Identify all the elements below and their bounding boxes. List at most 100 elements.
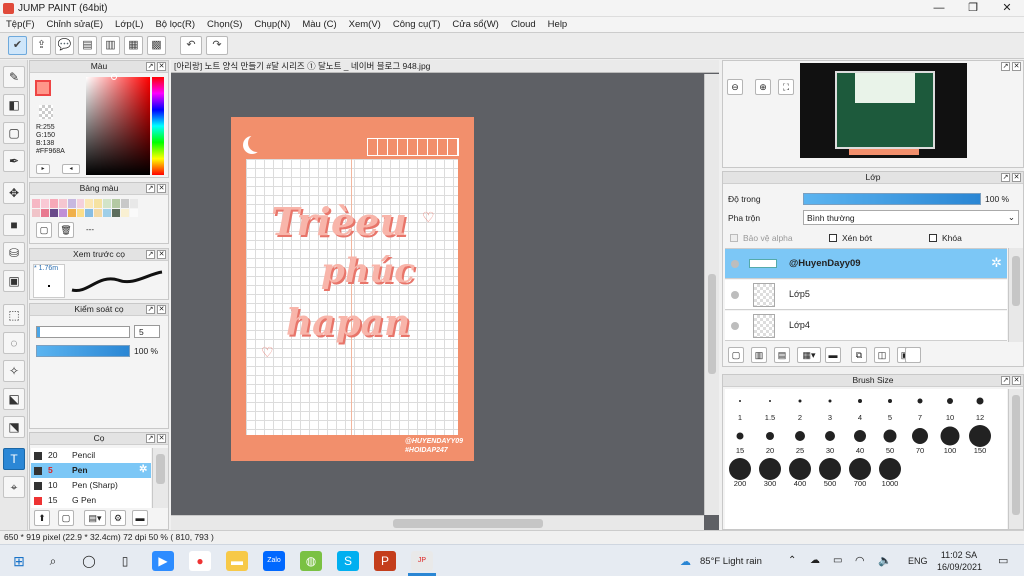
saturation-box[interactable] [86, 77, 150, 175]
brush-size-option[interactable]: 1 [725, 389, 755, 422]
brush-tool-icon[interactable]: ✎ [3, 66, 25, 88]
brush-opacity-slider[interactable] [36, 345, 130, 357]
comment-icon[interactable]: 💬 [55, 36, 74, 55]
notification-icon[interactable]: ▭ [998, 554, 1008, 567]
weather-icon[interactable]: ☁ [680, 555, 691, 568]
eye-icon[interactable] [731, 291, 739, 299]
brush-settings-icon[interactable]: ⚙ [110, 510, 126, 526]
select-eraser-tool-icon[interactable]: ⬔ [3, 416, 25, 438]
check-icon[interactable]: ✔ [8, 36, 27, 55]
redo-icon[interactable]: ↷ [206, 36, 228, 55]
file-explorer-icon[interactable]: ▬ [226, 551, 248, 571]
clock[interactable]: 11:02 SA 16/09/2021 [937, 549, 982, 573]
wifi-icon[interactable]: ◠ [855, 554, 865, 567]
hue-slider[interactable] [152, 77, 164, 175]
layer-row[interactable]: @HuyenDayy09 ✲ [725, 249, 1007, 279]
powerpoint-icon[interactable]: P [374, 551, 396, 571]
maximize-button[interactable]: ❐ [956, 0, 990, 17]
brush-size-option[interactable]: 70 [905, 422, 935, 455]
brush-item-pencil[interactable]: 20 Pencil [31, 448, 151, 463]
note-icon[interactable]: ▤ [78, 36, 97, 55]
brush-size-option[interactable]: 40 [845, 422, 875, 455]
menu-window[interactable]: Cửa sổ(W) [446, 17, 504, 32]
layer-folder-icon[interactable]: ▬ [825, 347, 841, 363]
brush-size-option[interactable]: 1.5 [755, 389, 785, 422]
text-tool-icon[interactable]: T [3, 448, 25, 470]
brush-import-icon[interactable]: ⬆ [34, 510, 50, 526]
color-tool-button-2[interactable]: ◂ [62, 164, 80, 174]
cloud-icon[interactable]: ☁ [810, 555, 820, 566]
move-tool-icon[interactable]: ✥ [3, 182, 25, 204]
menu-layer[interactable]: Lớp(L) [109, 17, 149, 32]
layer-menu-icon[interactable]: ▦▾ [797, 347, 821, 363]
brush-item-pen-sharp[interactable]: 10 Pen (Sharp) [31, 478, 151, 493]
menu-filter[interactable]: Bộ lọc(R) [149, 17, 201, 32]
page-icon[interactable]: ▥ [101, 36, 120, 55]
new-brush-icon[interactable]: ▢ [58, 510, 74, 526]
menu-cloud[interactable]: Cloud [505, 17, 542, 32]
zoom-app-icon[interactable]: ▶ [152, 551, 174, 571]
document-icon[interactable]: ▦ [124, 36, 143, 55]
close-icon[interactable]: ✕ [1012, 62, 1021, 71]
brush-size-option[interactable]: 7 [905, 389, 935, 422]
undock-icon[interactable]: ↗ [1001, 173, 1010, 182]
speaker-icon[interactable]: 🔈 [878, 554, 892, 567]
language-indicator[interactable]: ENG [908, 556, 928, 566]
brush-size-option[interactable]: 20 [755, 422, 785, 455]
layer-opacity-slider[interactable] [803, 193, 981, 205]
canvas-vscroll[interactable] [704, 74, 719, 515]
brush-size-scrollbar[interactable] [1008, 389, 1023, 529]
layer-row[interactable]: Lớp4 [725, 311, 1007, 341]
brush-size-option[interactable]: 30 [815, 422, 845, 455]
copy-layer-icon[interactable]: ▤ [774, 347, 790, 363]
magic-wand-tool-icon[interactable]: ✧ [3, 360, 25, 382]
close-icon[interactable]: ✕ [157, 434, 166, 443]
clip-checkbox[interactable] [829, 234, 837, 242]
layer-row[interactable]: Lớp5 [725, 280, 1007, 310]
brush-size-option[interactable]: 3 [815, 389, 845, 422]
menu-tools[interactable]: Công cụ(T) [387, 17, 447, 32]
lasso-tool-icon[interactable]: ◌ [3, 332, 25, 354]
brush-menu-icon[interactable]: ▤▾ [84, 510, 106, 526]
fit-screen-icon[interactable]: ⛶ [778, 79, 794, 95]
close-button[interactable]: ✕ [990, 0, 1024, 17]
brush-list-scrollbar[interactable] [152, 448, 168, 508]
undock-icon[interactable]: ↗ [1001, 62, 1010, 71]
undock-icon[interactable]: ↗ [1001, 376, 1010, 385]
brush-size-option[interactable]: 50 [875, 422, 905, 455]
grid-icon[interactable]: ▩ [147, 36, 166, 55]
brush-size-option[interactable]: 400 [785, 455, 815, 488]
eye-icon[interactable] [731, 322, 739, 330]
undock-icon[interactable]: ↗ [146, 250, 155, 259]
menu-view[interactable]: Xem(V) [343, 17, 387, 32]
brush-folder-icon[interactable]: ▬ [132, 510, 148, 526]
gradient-tool-icon[interactable]: ▣ [3, 270, 25, 292]
transparent-swatch[interactable] [39, 105, 53, 119]
eye-icon[interactable] [731, 260, 739, 268]
brush-size-option[interactable]: 150 [965, 422, 995, 455]
new-swatch-icon[interactable]: ▢ [36, 222, 52, 238]
brush-size-option[interactable]: 700 [845, 455, 875, 488]
brush-size-option[interactable]: 12 [965, 389, 995, 422]
merge-layer-icon[interactable]: ⧉ [851, 347, 867, 363]
close-icon[interactable]: ✕ [1012, 173, 1021, 182]
close-icon[interactable]: ✕ [157, 62, 166, 71]
brush-size-slider[interactable] [36, 326, 130, 338]
main-color-swatch[interactable] [35, 80, 51, 96]
coccoc-icon[interactable]: ◍ [300, 551, 322, 571]
canvas-hscroll[interactable] [171, 515, 704, 530]
delete-swatch-icon[interactable]: 🗑 [58, 222, 74, 238]
brush-item-pen[interactable]: 5 Pen ✲ [31, 463, 151, 478]
brush-size-option[interactable]: 10 [935, 389, 965, 422]
gear-icon[interactable]: ✲ [139, 464, 147, 475]
close-icon[interactable]: ✕ [157, 184, 166, 193]
color-tool-button[interactable]: ▸ [36, 164, 50, 174]
search-icon[interactable]: ⌕ [42, 551, 64, 571]
chevron-up-icon[interactable]: ⌃ [788, 555, 796, 566]
brush-size-option[interactable]: 5 [875, 389, 905, 422]
menu-file[interactable]: Tệp(F) [0, 17, 41, 32]
minimize-button[interactable]: — [922, 0, 956, 17]
layer-mask-icon[interactable]: ◫ [874, 347, 890, 363]
undock-icon[interactable]: ↗ [146, 184, 155, 193]
task-view-icon[interactable]: ◯ [78, 551, 100, 571]
